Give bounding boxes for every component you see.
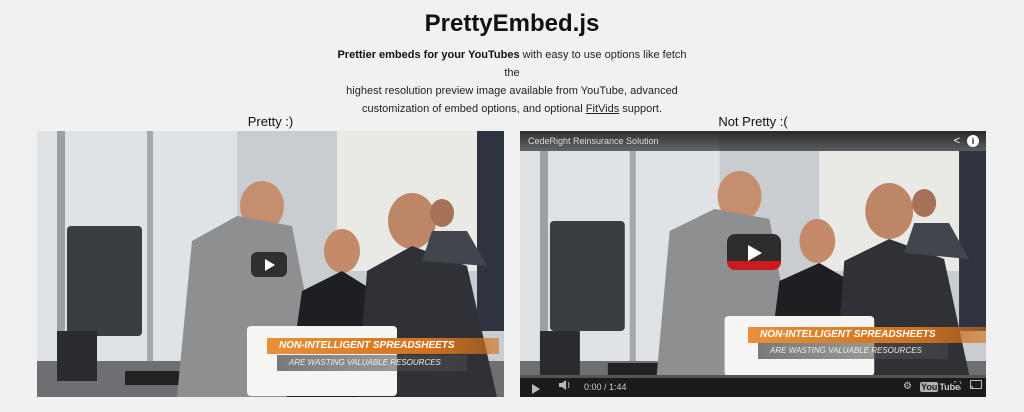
volume-icon[interactable] [558, 379, 572, 396]
not-pretty-banner-headline: NON-INTELLIGENT SPREADSHEETS [748, 327, 986, 343]
play-icon[interactable] [251, 252, 287, 277]
not-pretty-video-embed[interactable]: CedeRight Reinsurance Solution < i NON-I… [520, 131, 986, 397]
intro-bold: Prettier embeds for your YouTubes [337, 49, 520, 61]
pretty-banner-subline: ARE WASTING VALUABLE RESOURCES [277, 355, 467, 371]
not-pretty-label: Not Pretty :( [718, 114, 788, 129]
player-controls: 0:00 / 1:44 ⚙ You Tube ⛶ [520, 375, 986, 397]
info-icon[interactable]: i [967, 135, 979, 147]
video-title-bar: CedeRight Reinsurance Solution < i [520, 131, 986, 151]
intro-line1-rest: with easy to use options like fetch the [504, 49, 687, 79]
intro-text: Prettier embeds for your YouTubes with e… [337, 46, 687, 118]
intro-line2: highest resolution preview image availab… [346, 85, 678, 97]
youtube-play-icon[interactable] [727, 234, 781, 270]
pretty-video-embed[interactable]: NON-INTELLIGENT SPREADSHEETS ARE WASTING… [37, 131, 504, 397]
pretty-label: Pretty :) [247, 114, 294, 129]
cast-icon[interactable] [969, 379, 982, 395]
fullscreen-icon[interactable]: ⛶ [954, 379, 961, 395]
progress-bar[interactable] [520, 375, 986, 378]
time-display: 0:00 / 1:44 [584, 382, 627, 392]
play-button-icon[interactable] [532, 384, 540, 394]
page-title: PrettyEmbed.js [424, 10, 600, 37]
not-pretty-banner-subline: ARE WASTING VALUABLE RESOURCES [758, 343, 948, 359]
video-title[interactable]: CedeRight Reinsurance Solution [528, 136, 659, 146]
pretty-banner-headline: NON-INTELLIGENT SPREADSHEETS [267, 338, 499, 354]
settings-icon[interactable]: ⚙ [903, 379, 912, 395]
share-icon[interactable]: < [954, 135, 960, 147]
youtube-logo-you: You [920, 382, 939, 392]
